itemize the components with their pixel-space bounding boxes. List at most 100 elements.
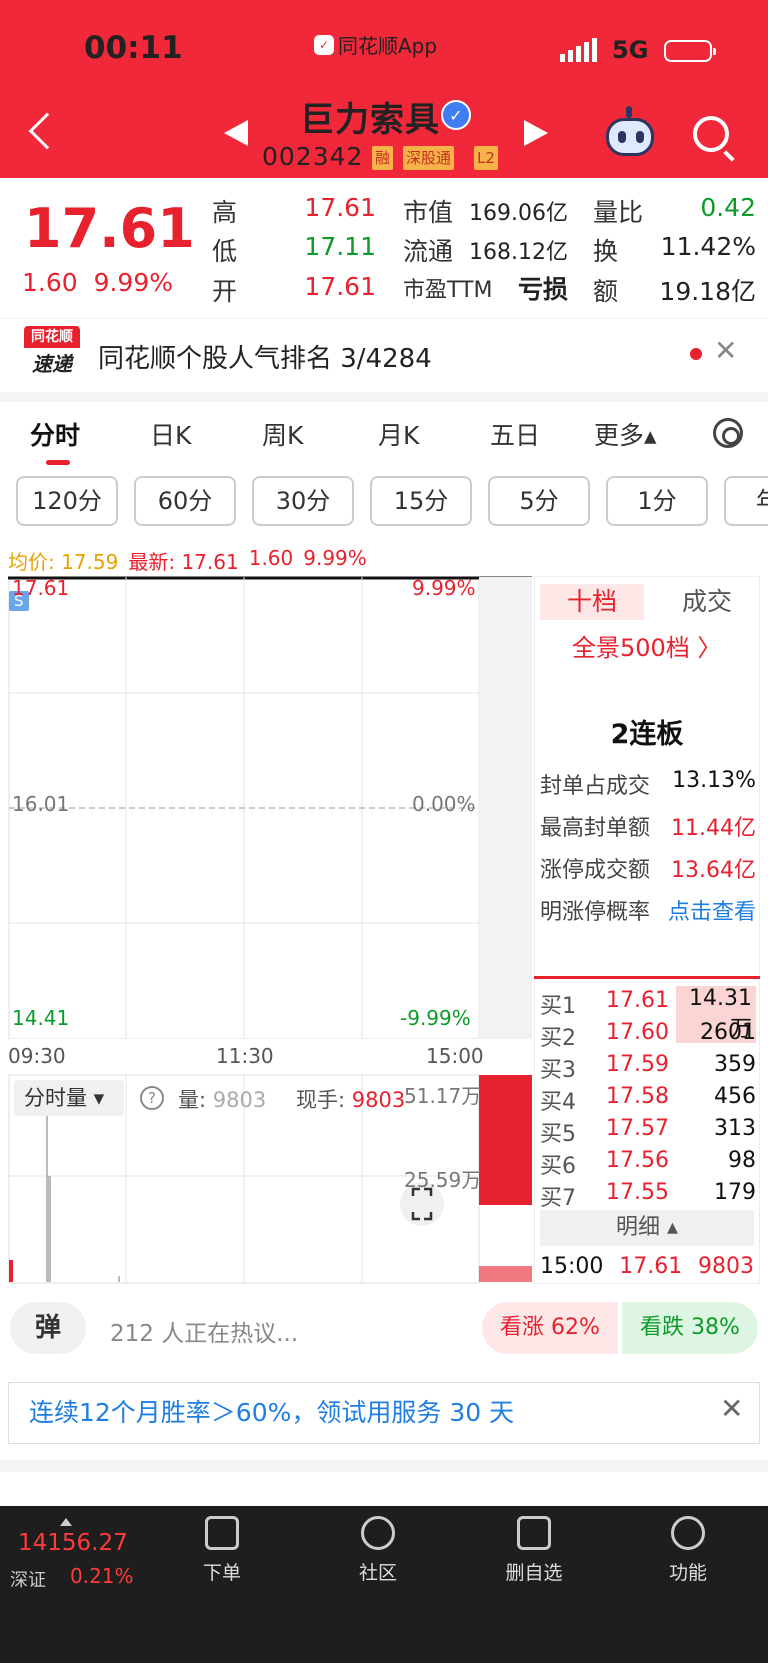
value-high: 17.61 bbox=[304, 193, 376, 222]
stat-value: 11.44亿 bbox=[671, 816, 756, 841]
chart-mid-pct: 0.00% bbox=[412, 792, 476, 816]
detail-toggle[interactable]: 明细 ▴ bbox=[540, 1210, 754, 1246]
avg-price-line: 均价: 17.59 最新: 17.61 1.60 9.99% bbox=[8, 546, 367, 574]
tab-monthly-k[interactable]: 月K bbox=[378, 416, 419, 452]
volume-selector[interactable]: 分时量 ▾ bbox=[14, 1080, 124, 1116]
app-logo-icon: ✓ bbox=[314, 34, 334, 55]
volume-now: 现手: 9803 bbox=[296, 1088, 406, 1112]
chart-mid-price: 16.01 bbox=[12, 792, 70, 816]
bid-label: 买3 bbox=[540, 1058, 576, 1083]
vol-bar-2 bbox=[48, 1176, 51, 1282]
bid-label: 买2 bbox=[540, 1026, 576, 1051]
panorama-link[interactable]: 全景500档 〉 bbox=[572, 628, 721, 663]
prev-stock-icon[interactable] bbox=[224, 120, 248, 146]
tab-more[interactable]: 更多▴ bbox=[594, 416, 657, 452]
index-value[interactable]: 14156.27 bbox=[18, 1530, 128, 1556]
nav-remove-watchlist-button[interactable]: 删自选 bbox=[474, 1516, 594, 1585]
banner-text: 同花顺个股人气排名 3/4284 bbox=[98, 344, 432, 374]
limit-up-streak: 2连板 bbox=[610, 719, 684, 750]
menu-icon bbox=[671, 1516, 705, 1550]
chart-low-pct: -9.99% bbox=[400, 1006, 471, 1030]
tab-deals[interactable]: 成交 bbox=[652, 584, 762, 620]
bid-label: 买6 bbox=[540, 1154, 576, 1179]
tag-sz-connect: 深股通 bbox=[403, 146, 455, 170]
stat-label: 最高封单额 bbox=[540, 816, 651, 841]
s-tag: S bbox=[14, 592, 24, 610]
vol-axis-mid: 25.59万 bbox=[404, 1168, 482, 1192]
volume-amount: 量: 9803 bbox=[178, 1088, 267, 1112]
after-hours-vol bbox=[479, 1075, 532, 1205]
limit-prob-link[interactable]: 点击查看 bbox=[660, 894, 756, 926]
chart-top-pct: 9.99% bbox=[412, 576, 476, 600]
time-open: 09:30 bbox=[8, 1044, 66, 1068]
value-amount: 19.18亿 bbox=[659, 277, 756, 306]
bid-label: 买7 bbox=[540, 1186, 576, 1211]
bid-price: 17.59 bbox=[606, 1052, 669, 1077]
promo-banner[interactable]: 连续12个月胜率＞60%，领试用服务 30 天 bbox=[8, 1382, 760, 1444]
bid-price: 17.58 bbox=[606, 1084, 669, 1109]
banner-close-icon[interactable]: ✕ bbox=[714, 334, 737, 367]
bid-qty: 313 bbox=[714, 1116, 756, 1141]
period-1m[interactable]: 1分 bbox=[606, 476, 708, 526]
remove-watchlist-icon bbox=[517, 1516, 551, 1550]
index-pct: 0.21% bbox=[70, 1564, 134, 1588]
help-icon[interactable]: ? bbox=[140, 1086, 164, 1110]
bid-price: 17.60 bbox=[606, 1020, 669, 1045]
stock-name: 巨力索具 bbox=[300, 100, 440, 140]
stat-value: 13.64亿 bbox=[671, 858, 756, 883]
bid-label: 买5 bbox=[540, 1122, 576, 1147]
bid-price: 17.57 bbox=[606, 1116, 669, 1141]
period-30m[interactable]: 30分 bbox=[252, 476, 354, 526]
status-time: 00:11 bbox=[84, 30, 183, 66]
index-expand-icon[interactable] bbox=[60, 1518, 72, 1526]
label-low: 低 bbox=[212, 237, 238, 266]
tab-intraday[interactable]: 分时 bbox=[30, 416, 80, 452]
nav-order-button[interactable]: 下单 bbox=[162, 1516, 282, 1585]
stat-value: 13.13% bbox=[672, 768, 756, 793]
settings-icon[interactable] bbox=[713, 418, 743, 448]
after-hours-vol2 bbox=[479, 1266, 532, 1282]
tag-margin: 融 bbox=[372, 146, 394, 170]
nav-community-button[interactable]: 社区 bbox=[318, 1516, 438, 1585]
tab-weekly-k[interactable]: 周K bbox=[262, 416, 303, 452]
bullish-vote-button[interactable]: 看涨 62% bbox=[482, 1302, 618, 1354]
period-60m[interactable]: 60分 bbox=[134, 476, 236, 526]
danmu-toggle-button[interactable]: 弹 bbox=[10, 1302, 86, 1354]
last-price: 17.61 bbox=[24, 197, 195, 260]
period-5m[interactable]: 5分 bbox=[488, 476, 590, 526]
search-icon[interactable] bbox=[693, 116, 729, 152]
period-15m[interactable]: 15分 bbox=[370, 476, 472, 526]
value-pe: 亏损 bbox=[517, 275, 568, 304]
robot-assistant-icon[interactable] bbox=[606, 118, 654, 156]
bid-price: 17.56 bbox=[606, 1148, 669, 1173]
status-app-name: ✓ 同花顺App bbox=[314, 30, 437, 59]
promo-close-icon[interactable]: ✕ bbox=[720, 1392, 743, 1425]
value-turnover: 11.42% bbox=[660, 232, 756, 261]
stat-label: 涨停成交额 bbox=[540, 858, 651, 883]
hot-discussion-input[interactable]: 212 人正在热议... bbox=[110, 1314, 298, 1348]
tab-ten-levels[interactable]: 十档 bbox=[540, 584, 644, 620]
nav-functions-button[interactable]: 功能 bbox=[628, 1516, 748, 1585]
orderbook-tabs: 十档 成交 bbox=[540, 584, 762, 620]
stat-label: 明涨停概率 bbox=[540, 900, 651, 925]
period-year[interactable]: 年 bbox=[724, 476, 768, 526]
value-open: 17.61 bbox=[304, 272, 376, 301]
express-logo: 同花顺 速递 bbox=[24, 326, 80, 378]
next-stock-icon[interactable] bbox=[524, 120, 548, 146]
vol-bar-red bbox=[9, 1260, 13, 1282]
bid-price: 17.55 bbox=[606, 1180, 669, 1205]
value-float: 168.12亿 bbox=[469, 240, 568, 265]
divider bbox=[0, 1460, 768, 1472]
tag-l2: L2 bbox=[474, 146, 498, 170]
label-turnover: 换 bbox=[593, 237, 619, 266]
community-icon bbox=[361, 1516, 395, 1550]
time-close: 15:00 bbox=[426, 1044, 484, 1068]
stock-code: 002342 bbox=[262, 142, 364, 171]
bearish-vote-button[interactable]: 看跌 38% bbox=[622, 1302, 758, 1354]
tab-indicator bbox=[46, 460, 70, 465]
bid-qty: 98 bbox=[728, 1148, 756, 1173]
period-120m[interactable]: 120分 bbox=[16, 476, 118, 526]
tab-daily-k[interactable]: 日K bbox=[150, 416, 191, 452]
value-low: 17.11 bbox=[304, 232, 376, 261]
tab-five-day[interactable]: 五日 bbox=[490, 416, 540, 452]
